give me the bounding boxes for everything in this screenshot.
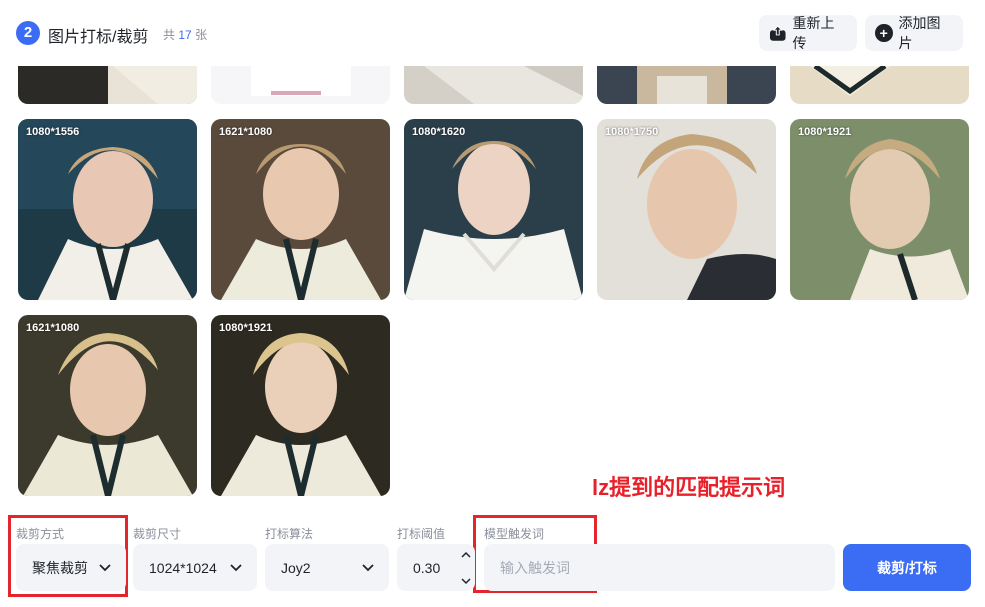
image-thumbnail[interactable] [790,66,969,104]
reupload-label: 重新上传 [792,15,835,51]
count-suffix: 张 [195,28,208,42]
image-dimensions: 1080*1921 [219,322,273,334]
tag-threshold-value: 0.30 [413,559,441,576]
count-value: 17 [178,28,192,42]
image-dimensions: 1080*1620 [412,126,466,138]
annotation-text: lz提到的匹配提示词 [592,475,786,500]
image-thumbnail[interactable] [18,66,197,104]
header: 2 图片打标/裁剪 共 17 张 重新上传 + 添加图片 [0,0,985,66]
chevron-down-icon [362,564,374,572]
image-thumbnail[interactable]: 1080*1921 [211,315,390,496]
image-count: 共 17 张 [163,26,207,43]
stepper-arrows-icon[interactable] [459,548,473,588]
tag-threshold-label: 打标阈值 [397,527,446,541]
image-thumbnail[interactable]: 1080*1620 [404,119,583,300]
crop-mode-value: 聚焦裁剪 [32,559,88,576]
image-gallery: 1080*1556 1621*1080 1080*1620 1080*1750 [0,66,985,498]
crop-size-label: 裁剪尺寸 [133,527,182,541]
add-image-label: 添加图片 [898,15,941,51]
crop-size-value: 1024*1024 [149,559,217,576]
image-thumbnail[interactable]: 1080*1556 [18,119,197,300]
image-thumbnail[interactable]: 1621*1080 [18,315,197,496]
image-thumbnail[interactable] [597,66,776,104]
trigger-word-input[interactable] [484,544,835,591]
count-prefix: 共 [163,28,176,42]
chevron-down-icon [230,564,242,572]
crop-tag-button[interactable]: 裁剪/打标 [843,544,971,591]
image-dimensions: 1080*1921 [798,126,852,138]
chevron-down-icon [99,564,111,572]
image-thumbnail[interactable]: 1080*1921 [790,119,969,300]
image-thumbnail[interactable] [211,66,390,104]
image-thumbnail[interactable]: 1080*1750 [597,119,776,300]
image-dimensions: 1621*1080 [26,322,80,334]
trigger-word-label: 模型触发词 [484,527,545,541]
crop-mode-label: 裁剪方式 [16,527,65,541]
image-dimensions: 1080*1556 [26,126,80,138]
step-badge: 2 [16,21,40,45]
image-thumbnail[interactable] [404,66,583,104]
page-title: 图片打标/裁剪 [48,29,149,46]
crop-mode-select[interactable]: 聚焦裁剪 [16,544,126,591]
add-image-button[interactable]: + 添加图片 [865,15,963,51]
plus-circle-icon: + [875,24,893,42]
tag-algo-select[interactable]: Joy2 [265,544,389,591]
image-thumbnail[interactable]: 1621*1080 [211,119,390,300]
upload-icon [769,25,786,41]
tag-algo-label: 打标算法 [265,527,314,541]
image-dimensions: 1080*1750 [605,126,659,138]
tag-algo-value: Joy2 [281,559,311,576]
crop-size-select[interactable]: 1024*1024 [133,544,257,591]
tag-threshold-stepper[interactable]: 0.30 [397,544,475,591]
image-dimensions: 1621*1080 [219,126,273,138]
reupload-button[interactable]: 重新上传 [759,15,857,51]
